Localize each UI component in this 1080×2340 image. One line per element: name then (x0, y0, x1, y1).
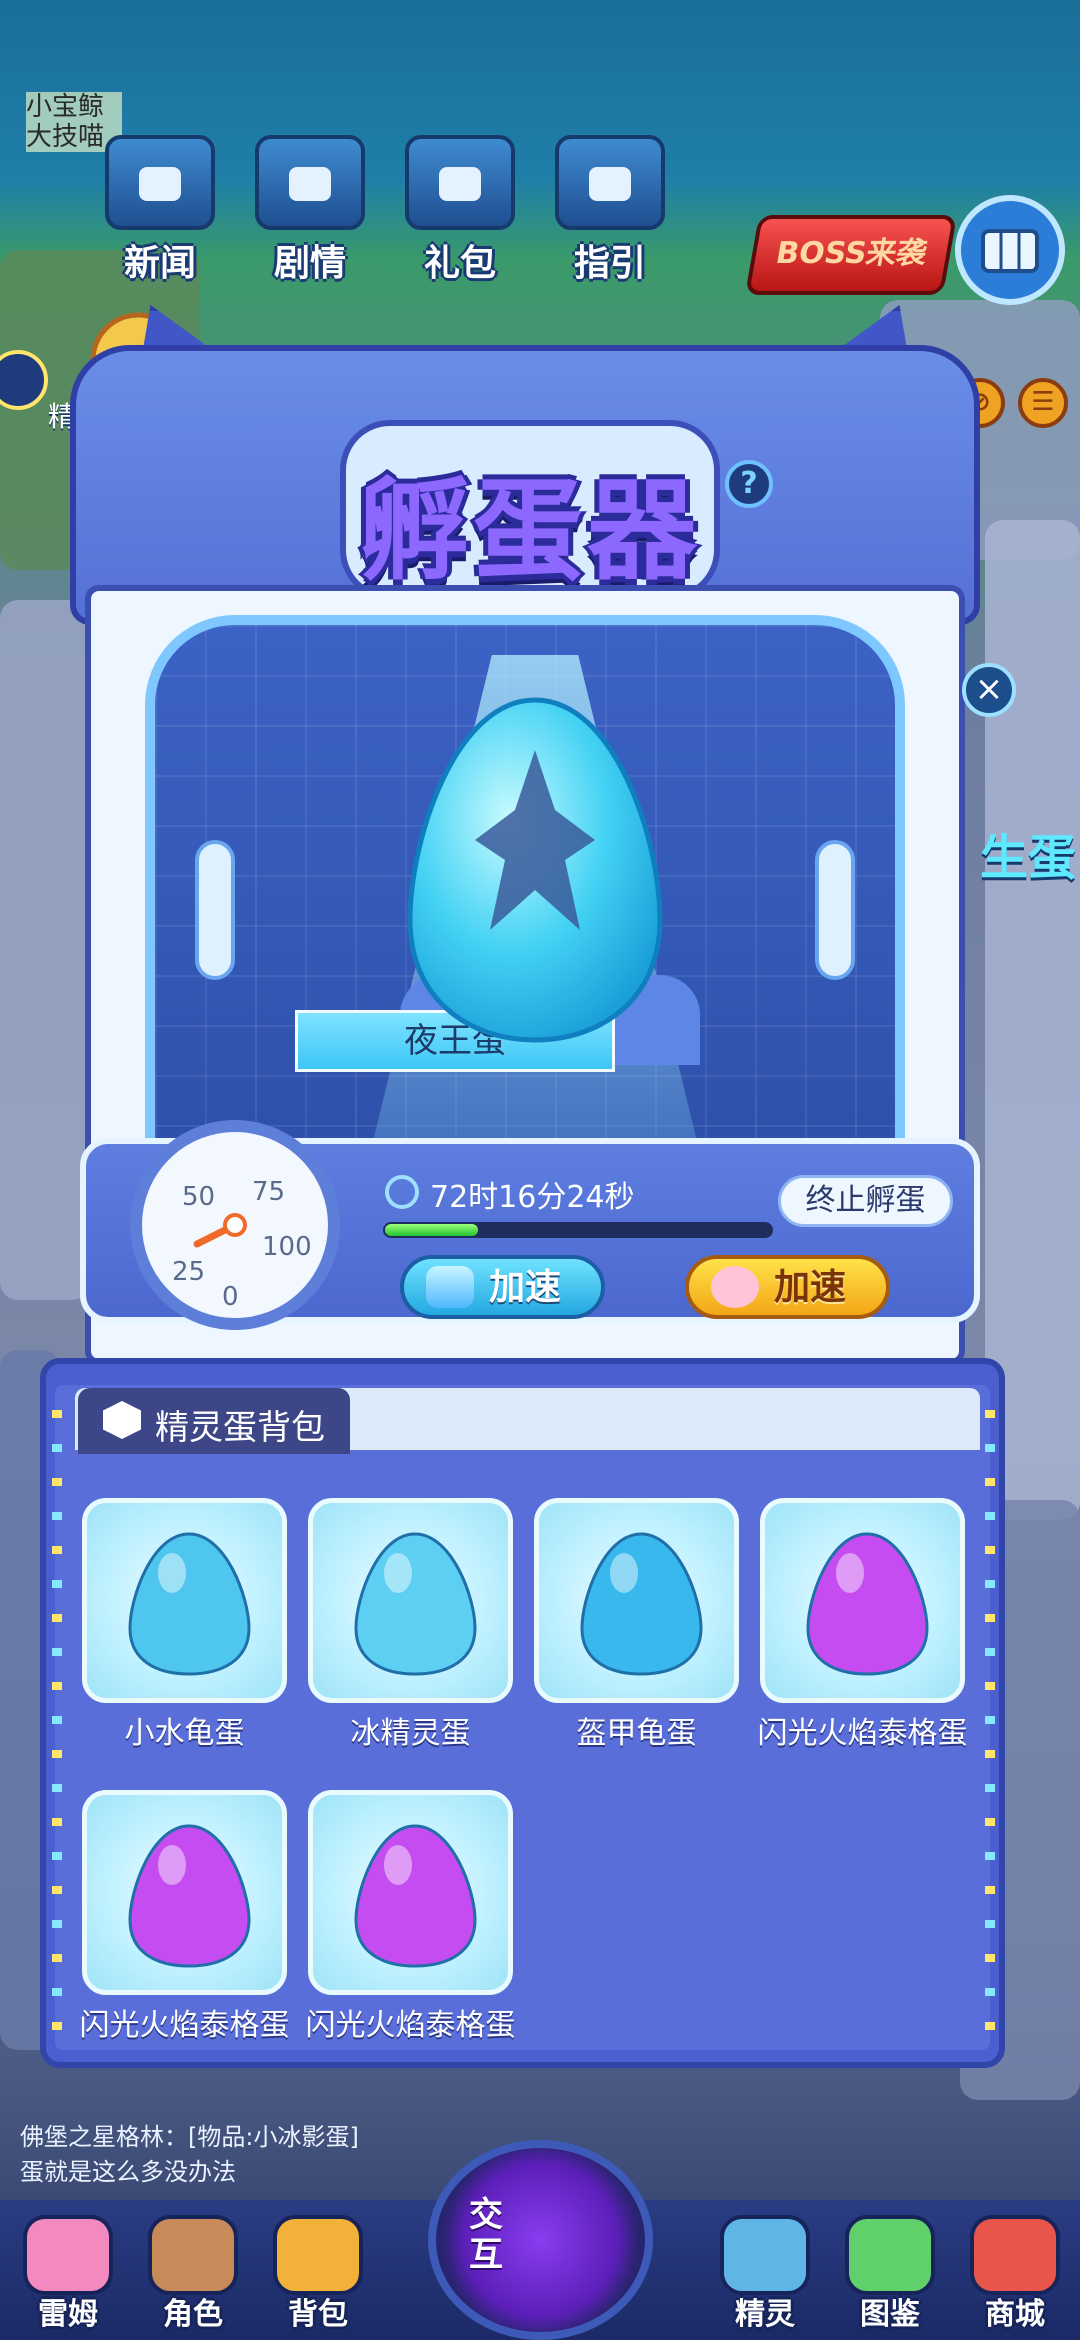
leimu-icon (23, 2215, 113, 2295)
character-icon (148, 2215, 238, 2295)
egg-slot-label: 闪光火焰泰格蛋 (305, 2008, 516, 2043)
interact-button[interactable] (428, 2140, 653, 2340)
nav-elf-label: 精灵 (735, 2297, 795, 2332)
speed-up-pet-button[interactable]: 加速 (685, 1255, 890, 1319)
hatch-gauge: 25 50 75 100 0 (130, 1120, 340, 1330)
blue-gem-icon (426, 1266, 474, 1308)
egg-icon (128, 1532, 251, 1676)
nav-shop[interactable]: 商城 (955, 2215, 1075, 2335)
close-button[interactable]: × (962, 663, 1016, 717)
elf-icon (720, 2215, 810, 2295)
nav-codex[interactable]: 图鉴 (830, 2215, 950, 2335)
egg-slot-label: 闪光火焰泰格蛋 (757, 1716, 968, 1751)
gift-button[interactable]: 礼包 (395, 135, 525, 285)
nav-leimu-label: 雷姆 (38, 2297, 98, 2332)
egg-slot-label: 冰精灵蛋 (350, 1716, 471, 1751)
right-light-strip (985, 1410, 995, 2050)
egg-slot[interactable] (308, 1498, 513, 1703)
speed-gem-label: 加速 (488, 1267, 561, 1308)
stopwatch-icon (385, 1175, 419, 1209)
stop-hatching-button[interactable]: 终止孵蛋 (778, 1175, 953, 1227)
egg-icon (128, 1824, 251, 1968)
egg-icon (580, 1532, 703, 1676)
gift-chest-icon (405, 135, 515, 230)
story-label: 剧情 (273, 243, 346, 284)
egg-backpack-tab-label: 精灵蛋背包 (155, 1408, 325, 1448)
guide-button[interactable]: 指引 (545, 135, 675, 285)
incubator-title: 孵蛋器 (359, 467, 701, 595)
codex-icon (845, 2215, 935, 2295)
guide-label: 指引 (573, 243, 646, 284)
interact-label: 交互 (469, 2195, 503, 2275)
backpack-icon (273, 2215, 363, 2295)
news-button[interactable]: 新闻 (95, 135, 225, 285)
nav-backpack-label: 背包 (288, 2297, 348, 2332)
news-tv-icon (105, 135, 215, 230)
egg-icon (354, 1824, 477, 1968)
gauge-needle (193, 1213, 247, 1248)
hatch-progress-fill (385, 1224, 478, 1236)
nav-codex-label: 图鉴 (860, 2297, 920, 2332)
title-plate: 孵蛋器 (340, 420, 720, 600)
side-partial-text: 生蛋 (980, 830, 1077, 886)
speed-pet-label: 加速 (773, 1267, 846, 1308)
nav-backpack[interactable]: 背包 (258, 2215, 378, 2335)
night-king-egg-icon (407, 697, 663, 1043)
right-coil (815, 840, 855, 980)
egg-slot-label: 闪光火焰泰格蛋 (79, 2008, 290, 2043)
guide-chest-icon (555, 135, 665, 230)
left-coil (195, 840, 235, 980)
boss-event-banner[interactable]: BOSS来袭 (744, 215, 958, 295)
nav-leimu[interactable]: 雷姆 (8, 2215, 128, 2335)
gift-label: 礼包 (423, 243, 496, 284)
egg-slot[interactable] (82, 1790, 287, 1995)
egg-icon (354, 1532, 477, 1676)
shop-icon (970, 2215, 1060, 2295)
egg-slot[interactable] (534, 1498, 739, 1703)
nav-shop-label: 商城 (985, 2297, 1045, 2332)
help-button[interactable]: ? (725, 460, 773, 508)
egg-slot-label: 盔甲龟蛋 (576, 1716, 697, 1751)
egg-slot[interactable] (760, 1498, 965, 1703)
nav-elf[interactable]: 精灵 (705, 2215, 825, 2335)
egg-icon (806, 1532, 929, 1676)
list-icon[interactable]: ☰ (1018, 378, 1068, 428)
egg-slot[interactable] (82, 1498, 287, 1703)
chat-line-2[interactable]: 蛋就是这么多没办法 (20, 2152, 236, 2187)
story-button[interactable]: 剧情 (245, 135, 375, 285)
nav-character[interactable]: 角色 (133, 2215, 253, 2335)
chat-line-1[interactable]: 佛堡之星格林：[物品:小冰影蛋] (20, 2117, 359, 2152)
nav-character-label: 角色 (163, 2297, 223, 2332)
story-chest-icon (255, 135, 365, 230)
egg-slot-label: 小水龟蛋 (124, 1716, 245, 1751)
news-label: 新闻 (123, 243, 196, 284)
egg-slot[interactable] (308, 1790, 513, 1995)
pink-pet-icon (711, 1266, 759, 1308)
speed-up-gem-button[interactable]: 加速 (400, 1255, 605, 1319)
hatch-timer: 72时16分24秒 (430, 1180, 635, 1215)
left-light-strip (52, 1410, 62, 2050)
